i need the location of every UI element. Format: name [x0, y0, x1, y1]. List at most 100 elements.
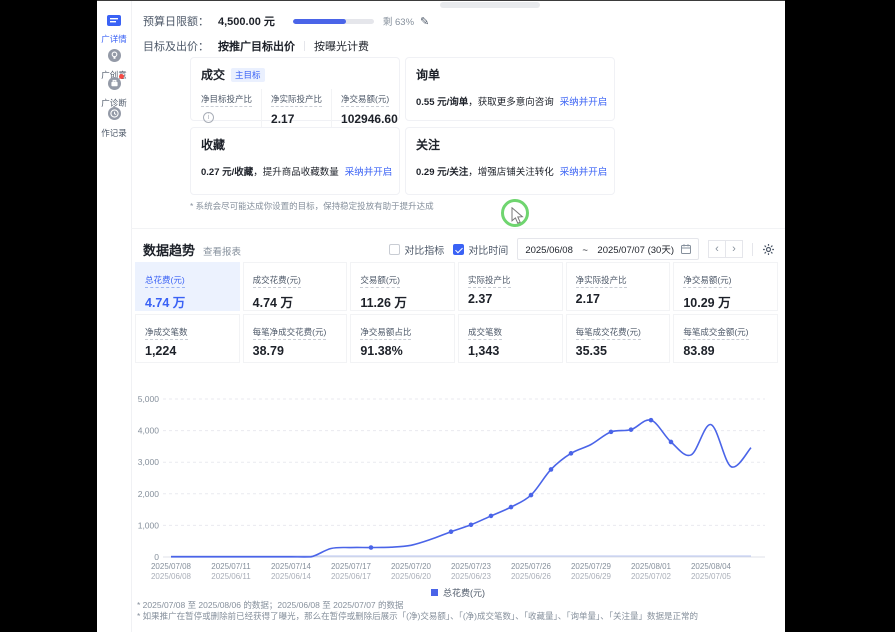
metric-card-label: 净交易额(元): [683, 274, 731, 288]
metric-card-value: 83.89: [683, 344, 768, 358]
calendar-icon: [681, 244, 691, 254]
sidebar-item-diagnosis[interactable]: 广诊断: [97, 77, 131, 109]
goal-metric-value-text: 2.17: [271, 112, 294, 126]
metric-card-0[interactable]: 总花费(元)4.74 万0.00: [135, 262, 240, 311]
idea-icon: [108, 49, 121, 62]
metric-card-label: 成交花费(元): [253, 274, 301, 288]
svg-text:2025/06/23: 2025/06/23: [451, 572, 492, 581]
trends-title: 数据趋势: [143, 240, 195, 259]
adopt-and-enable-link[interactable]: 采纳并开启: [345, 167, 393, 178]
metric-card-value: 10.29 万: [683, 292, 768, 311]
metric-card-value: 1,343: [468, 344, 553, 358]
metric-card-compare-value: 0.00: [253, 361, 338, 363]
metric-card-label: 实际投产比: [468, 274, 511, 288]
compare-time-checkbox[interactable]: 对比时间: [453, 242, 508, 257]
main-goal-badge: 主目标: [231, 68, 265, 82]
metric-card-label: 每笔净成交花费(元): [253, 326, 327, 340]
metric-card-11[interactable]: 每笔成交金额(元)83.890.00: [673, 314, 778, 363]
metric-card-label: 交易额(元): [360, 274, 400, 288]
sidebar-item-label: 广详情: [97, 33, 131, 45]
next-period-button[interactable]: ›: [725, 240, 743, 258]
date-pager: ‹ ›: [708, 240, 743, 258]
adopt-and-enable-link[interactable]: 采纳并开启: [560, 167, 608, 178]
svg-text:1,000: 1,000: [138, 520, 160, 530]
metric-card-value: 2.17: [576, 292, 661, 306]
adopt-and-enable-link[interactable]: 采纳并开启: [560, 97, 608, 108]
sidebar-item-record[interactable]: 作记录: [97, 107, 131, 139]
goal-bid-option-target[interactable]: 按推广目标出价: [218, 38, 295, 54]
goal-card-title-row: 成交主目标: [201, 66, 389, 83]
metric-card-5[interactable]: 净交易额(元)10.29 万0.00: [673, 262, 778, 311]
metric-card-compare-value: 0: [145, 361, 230, 363]
metric-card-value: 35.35: [576, 344, 661, 358]
metric-card-1[interactable]: 成交花费(元)4.74 万0.00: [243, 262, 348, 311]
goal-card-inquiry: 询单 0.55 元/询单，获取更多意向咨询采纳并开启: [405, 57, 615, 121]
legend-marker: [431, 589, 438, 596]
svg-text:2025/08/04: 2025/08/04: [691, 562, 732, 571]
diagnosis-icon: [108, 77, 121, 90]
trends-header: 数据趋势 查看报表 对比指标 对比时间 2025/06/08 ~ 2025/07…: [143, 238, 775, 260]
svg-text:2025/07/08: 2025/07/08: [151, 562, 192, 571]
goal-metric-value-text: 102946.60: [341, 112, 398, 126]
goal-card-title: 关注: [416, 136, 604, 153]
svg-text:2025/07/17: 2025/07/17: [331, 562, 372, 571]
goal-card-deal: 成交主目标净目标投产比i2.45✎净实际投产比2.17净交易额(元)102946…: [190, 57, 400, 121]
metric-card-compare-value: 0.00: [468, 309, 553, 311]
prev-period-button[interactable]: ‹: [708, 240, 726, 258]
app-window: 广详情广创意广诊断作记录 预算日限额： 4,500.00 元 剩 63% ✎ 目…: [97, 0, 785, 632]
metric-card-7[interactable]: 每笔净成交花费(元) 38.79 0.00: [243, 314, 348, 363]
svg-text:2025/06/26: 2025/06/26: [511, 572, 552, 581]
metric-card-value: 38.79: [253, 344, 338, 358]
goal-card-follow: 关注0.29 元/关注，增强店铺关注转化采纳并开启: [405, 127, 615, 195]
svg-text:2025/07/29: 2025/07/29: [571, 562, 612, 571]
checkbox-checked-icon[interactable]: [453, 244, 464, 255]
divider: [304, 41, 305, 51]
checkbox-icon[interactable]: [389, 244, 400, 255]
svg-text:2025/07/23: 2025/07/23: [451, 562, 492, 571]
metric-card-2[interactable]: 交易额(元)11.26 万0.00: [350, 262, 455, 311]
goal-card-price: 0.27 元/收藏: [201, 167, 253, 178]
metric-card-label: 总花费(元): [145, 274, 185, 288]
goal-cards: 成交主目标净目标投产比i2.45✎净实际投产比2.17净交易额(元)102946…: [190, 57, 615, 195]
record-icon: [108, 107, 121, 120]
date-range-input[interactable]: 2025/06/08 ~ 2025/07/07 (30天): [517, 238, 699, 260]
trends-controls: 对比指标 对比时间 2025/06/08 ~ 2025/07/07 (30天) …: [389, 238, 775, 260]
budget-value: 4,500.00 元: [218, 13, 275, 29]
sidebar-item-detail[interactable]: 广详情: [97, 13, 131, 45]
budget-remaining: 剩 63%: [383, 14, 414, 28]
main-content: 预算日限额： 4,500.00 元 剩 63% ✎ 目标及出价： 按推广目标出价…: [131, 1, 785, 632]
goal-card-title: 询单: [416, 66, 604, 83]
info-icon[interactable]: i: [203, 112, 214, 123]
compare-time-label: 对比时间: [468, 242, 508, 257]
screen: 广详情广创意广诊断作记录 预算日限额： 4,500.00 元 剩 63% ✎ 目…: [0, 0, 895, 632]
trend-chart: 01,0002,0003,0004,0005,0002025/07/082025…: [131, 389, 785, 585]
mouse-cursor-icon: [511, 207, 524, 224]
goal-metric-label-row: 净交易额(元): [341, 89, 398, 107]
metric-card-9[interactable]: 成交笔数1,3430: [458, 314, 563, 363]
metric-card-8[interactable]: 净交易额占比91.38%0.00%: [350, 314, 455, 363]
svg-text:2025/06/29: 2025/06/29: [571, 572, 612, 581]
date-range-value: 2025/06/08 ~ 2025/07/07 (30天): [525, 242, 674, 256]
metric-card-3[interactable]: 实际投产比2.370.00: [458, 262, 563, 311]
gear-icon[interactable]: [762, 243, 775, 256]
svg-text:3,000: 3,000: [138, 457, 160, 467]
metric-card-10[interactable]: 每笔成交花费(元)35.350.00: [566, 314, 671, 363]
svg-text:2025/07/14: 2025/07/14: [271, 562, 312, 571]
metric-card-4[interactable]: 净实际投产比2.170.00: [566, 262, 671, 311]
legend-label: 总花费(元): [443, 586, 485, 599]
goal-card-price: 0.29 元/关注: [416, 167, 468, 178]
notification-dot: [119, 74, 124, 79]
metric-card-value: 4.74 万: [253, 292, 338, 311]
goal-bid-option-exposure[interactable]: 按曝光计费: [314, 38, 369, 54]
goal-metric-label: 净目标投产比: [201, 93, 252, 107]
svg-text:2025/07/26: 2025/07/26: [511, 562, 552, 571]
goal-bid-label: 目标及出价：: [143, 38, 209, 54]
footnote-2: * 如果推广在暂停或删除前已经获得了曝光，那么在暂停或删除后展示「(净)交易额」…: [137, 610, 698, 622]
edit-budget-icon[interactable]: ✎: [420, 15, 429, 28]
goal-card-desc: 0.55 元/询单，获取更多意向咨询采纳并开启: [416, 94, 604, 108]
view-report-link[interactable]: 查看报表: [203, 244, 241, 258]
compare-metric-checkbox[interactable]: 对比指标: [389, 242, 444, 257]
metric-card-compare-value: 0.00: [576, 309, 661, 311]
goal-card-desc-text: ，提升商品收藏数量: [253, 167, 339, 178]
metric-card-6[interactable]: 净成交笔数1,2240: [135, 314, 240, 363]
